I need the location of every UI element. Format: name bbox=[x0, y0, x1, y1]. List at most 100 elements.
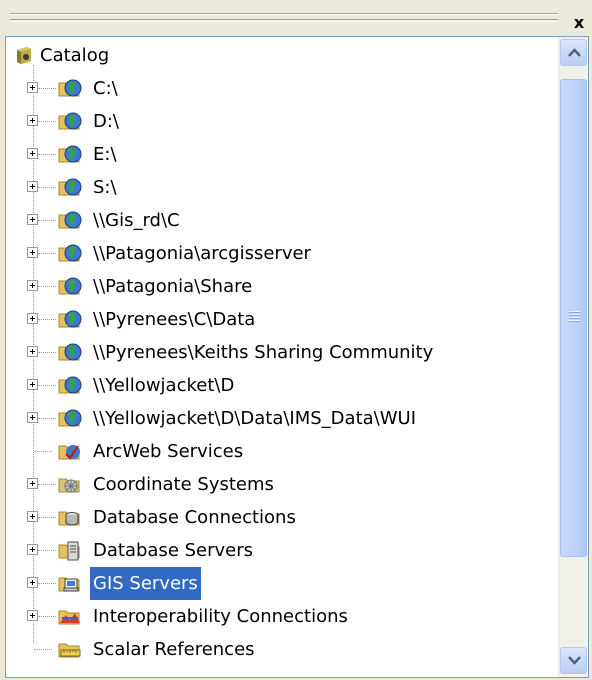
globe-folder-icon bbox=[58, 310, 82, 328]
globe-folder-icon bbox=[58, 376, 82, 394]
tree-item[interactable]: E:\ bbox=[6, 138, 559, 171]
tree-branch-line bbox=[34, 451, 52, 452]
tree-item[interactable]: \\Patagonia\Share bbox=[6, 270, 559, 303]
catalog-icon bbox=[17, 47, 31, 64]
scroll-thumb[interactable] bbox=[560, 79, 587, 557]
tree-branch-line bbox=[38, 154, 56, 155]
tree-item[interactable]: \\Patagonia\arcgisserver bbox=[6, 237, 559, 270]
expand-plus-icon[interactable] bbox=[27, 379, 38, 390]
expand-plus-icon[interactable] bbox=[27, 610, 38, 621]
scalar-references-icon bbox=[58, 643, 81, 658]
expand-plus-icon[interactable] bbox=[27, 148, 38, 159]
tree-branch-line bbox=[38, 385, 56, 386]
globe-folder-icon bbox=[58, 112, 82, 130]
scroll-down-button[interactable] bbox=[560, 647, 587, 674]
expand-plus-icon[interactable] bbox=[27, 544, 38, 555]
expand-plus-icon[interactable] bbox=[27, 478, 38, 489]
vertical-scrollbar[interactable] bbox=[558, 37, 588, 677]
tree-item-label: Database Servers bbox=[93, 540, 254, 561]
tree-branch-line bbox=[38, 484, 56, 485]
tree-item[interactable]: Coordinate Systems bbox=[6, 468, 559, 501]
tree-branch-line bbox=[38, 253, 56, 254]
expand-plus-icon[interactable] bbox=[27, 214, 38, 225]
coordinate-systems-icon bbox=[58, 478, 80, 493]
tree-item-label: ArcWeb Services bbox=[93, 441, 244, 462]
tree-item-label: \\Gis_rd\C bbox=[93, 210, 180, 231]
expand-plus-icon[interactable] bbox=[27, 346, 38, 357]
tree-branch-line bbox=[38, 319, 56, 320]
tree-item-label: Coordinate Systems bbox=[93, 474, 274, 495]
globe-folder-icon bbox=[58, 178, 82, 196]
tree-item[interactable]: Database Connections bbox=[6, 501, 559, 534]
tree-branch-line bbox=[38, 418, 56, 419]
tree-item-label: Database Connections bbox=[93, 507, 296, 528]
tree-item-label: \\Yellowjacket\D bbox=[93, 375, 235, 396]
tree-item-label: GIS Servers bbox=[89, 566, 202, 601]
expand-plus-icon[interactable] bbox=[27, 115, 38, 126]
gis-servers-icon bbox=[58, 577, 80, 592]
tree-item-label: \\Patagonia\arcgisserver bbox=[93, 243, 311, 264]
close-button[interactable]: x bbox=[570, 14, 588, 32]
expand-plus-icon[interactable] bbox=[27, 412, 38, 423]
tree-branch-line bbox=[38, 352, 56, 353]
tree-item-label: Interoperability Connections bbox=[93, 606, 348, 627]
globe-folder-icon bbox=[58, 145, 82, 163]
tree-branch-line bbox=[38, 220, 56, 221]
tree-branch-line bbox=[38, 616, 56, 617]
globe-folder-icon bbox=[58, 211, 82, 229]
drag-grip[interactable] bbox=[10, 13, 558, 22]
expand-plus-icon[interactable] bbox=[27, 313, 38, 324]
tree-item[interactable]: \\Yellowjacket\D\Data\IMS_Data\WUI bbox=[6, 402, 559, 435]
globe-folder-icon bbox=[58, 343, 82, 361]
tree-item-label: Scalar References bbox=[93, 639, 255, 660]
tree-item[interactable]: GIS Servers bbox=[6, 566, 559, 601]
scroll-up-button[interactable] bbox=[560, 39, 587, 66]
tree-item[interactable]: Scalar References bbox=[6, 633, 559, 666]
expand-plus-icon[interactable] bbox=[27, 577, 38, 588]
tree-root-label: Catalog bbox=[40, 45, 110, 66]
tree-branch-line bbox=[38, 88, 56, 89]
database-connections-icon bbox=[58, 511, 80, 526]
globe-folder-icon bbox=[58, 409, 82, 427]
panel-titlebar: x bbox=[0, 0, 592, 34]
tree-item-label: E:\ bbox=[93, 144, 117, 165]
expand-plus-icon[interactable] bbox=[27, 82, 38, 93]
tree-branch-line bbox=[38, 286, 56, 287]
tree-item[interactable]: \\Pyrenees\Keiths Sharing Community bbox=[6, 336, 559, 369]
tree-item-label: \\Pyrenees\Keiths Sharing Community bbox=[93, 342, 434, 363]
tree-item[interactable]: C:\ bbox=[6, 72, 559, 105]
interoperability-icon bbox=[58, 610, 80, 625]
tree-branch-line bbox=[38, 583, 56, 584]
expand-plus-icon[interactable] bbox=[27, 280, 38, 291]
tree-item-label: \\Patagonia\Share bbox=[93, 276, 253, 297]
tree-root-catalog[interactable]: Catalog bbox=[6, 39, 559, 72]
tree-item[interactable]: \\Yellowjacket\D bbox=[6, 369, 559, 402]
tree-item[interactable]: Database Servers bbox=[6, 534, 559, 567]
tree-item[interactable]: ArcWeb Services bbox=[6, 435, 559, 468]
arcweb-services-icon bbox=[58, 445, 80, 460]
tree-branch-line bbox=[38, 550, 56, 551]
globe-folder-icon bbox=[58, 244, 82, 262]
chevron-up-icon bbox=[568, 48, 581, 57]
tree-item-label: \\Pyrenees\C\Data bbox=[93, 309, 256, 330]
tree-item[interactable]: Interoperability Connections bbox=[6, 600, 559, 633]
expand-plus-icon[interactable] bbox=[27, 511, 38, 522]
catalog-tree: Catalog C:\ D:\ E:\ S:\ \\Gis_rd\C \\Patagoni… bbox=[6, 37, 559, 677]
tree-item[interactable]: \\Pyrenees\C\Data bbox=[6, 303, 559, 336]
expand-plus-icon[interactable] bbox=[27, 247, 38, 258]
expand-plus-icon[interactable] bbox=[27, 181, 38, 192]
tree-branch-line bbox=[38, 187, 56, 188]
tree-branch-line bbox=[38, 121, 56, 122]
globe-folder-icon bbox=[58, 79, 82, 97]
tree-item-label: D:\ bbox=[93, 111, 119, 132]
globe-folder-icon bbox=[58, 277, 82, 295]
chevron-down-icon bbox=[568, 656, 581, 665]
tree-item-label: \\Yellowjacket\D\Data\IMS_Data\WUI bbox=[93, 408, 417, 429]
tree-item[interactable]: S:\ bbox=[6, 171, 559, 204]
tree-branch-line bbox=[34, 649, 52, 650]
tree-item[interactable]: \\Gis_rd\C bbox=[6, 204, 559, 237]
tree-item-label: C:\ bbox=[93, 78, 118, 99]
tree-branch-line bbox=[38, 517, 56, 518]
tree-item[interactable]: D:\ bbox=[6, 105, 559, 138]
catalog-tree-panel: Catalog C:\ D:\ E:\ S:\ \\Gis_rd\C \\Patagoni… bbox=[5, 36, 589, 678]
